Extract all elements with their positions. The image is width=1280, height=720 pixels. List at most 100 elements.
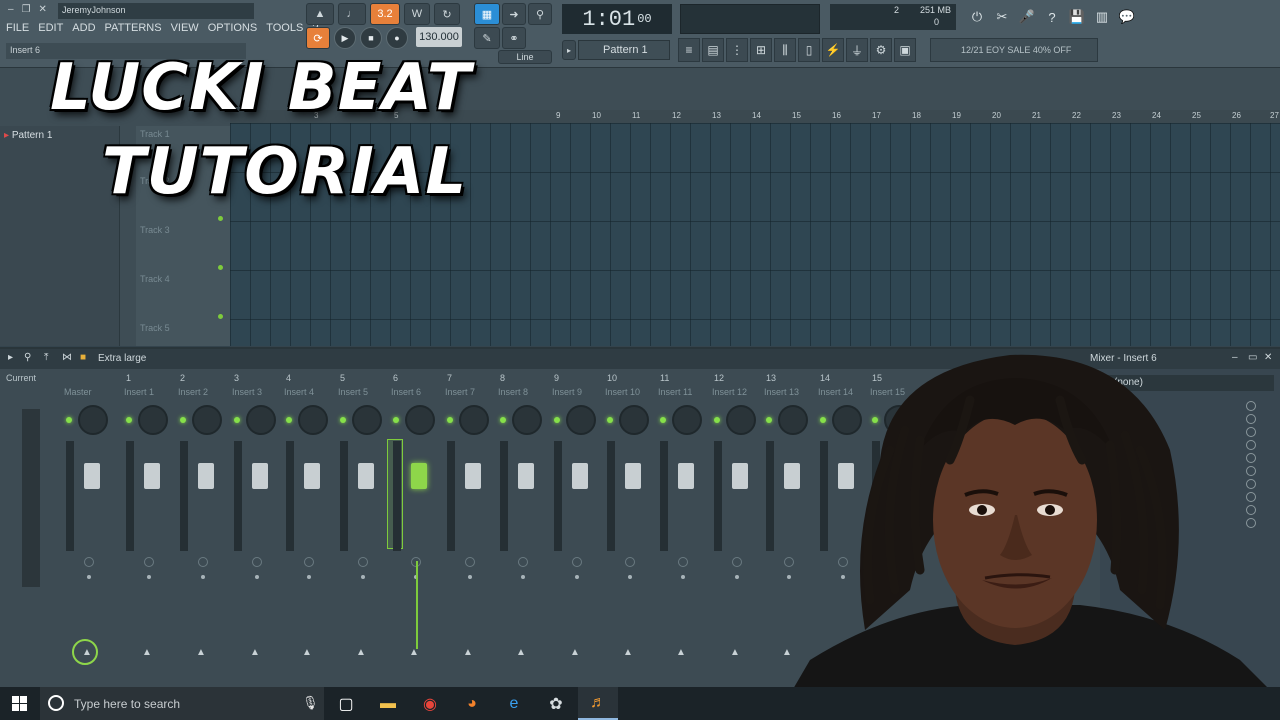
pan-knob[interactable] bbox=[512, 405, 542, 435]
route-arrow-icon[interactable]: ▲ bbox=[196, 647, 206, 658]
strip-name[interactable]: Insert 3 bbox=[232, 387, 262, 397]
pan-knob[interactable] bbox=[78, 405, 108, 435]
strip-name[interactable]: Master bbox=[64, 387, 92, 397]
mixer-up-icon[interactable]: ⤒ bbox=[44, 352, 48, 363]
strip-name[interactable]: Insert 10 bbox=[605, 387, 640, 397]
windows-start-icon[interactable] bbox=[12, 696, 27, 711]
strip-enable-led[interactable] bbox=[500, 417, 506, 423]
chrome-icon[interactable]: ◉ bbox=[410, 687, 450, 720]
volume-fader[interactable] bbox=[411, 463, 427, 489]
menu-add[interactable]: ADD bbox=[72, 22, 95, 34]
volume-fader[interactable] bbox=[518, 463, 534, 489]
pan-knob[interactable] bbox=[726, 405, 756, 435]
stereo-separation-knob[interactable] bbox=[625, 557, 635, 567]
fx-enable-dot[interactable] bbox=[735, 575, 739, 579]
mixer-menu-icon[interactable]: ▸ bbox=[8, 352, 13, 363]
volume-fader[interactable] bbox=[625, 463, 641, 489]
pan-knob[interactable] bbox=[352, 405, 382, 435]
strip-enable-led[interactable] bbox=[393, 417, 399, 423]
route-arrow-icon[interactable]: ▲ bbox=[463, 647, 473, 658]
menu-patterns[interactable]: PATTERNS bbox=[105, 22, 162, 34]
menu-tools[interactable]: TOOLS bbox=[266, 22, 303, 34]
playlist-icon[interactable]: ≡ bbox=[678, 38, 700, 62]
loop-record-icon[interactable]: ↻ bbox=[434, 3, 460, 25]
fx-enable-dot[interactable] bbox=[147, 575, 151, 579]
strip-enable-led[interactable] bbox=[234, 417, 240, 423]
mixer-strip[interactable]: 3 Insert 3 ▲ bbox=[228, 371, 280, 687]
taskbar-search[interactable]: Type here to search bbox=[40, 687, 324, 720]
stereo-separation-knob[interactable] bbox=[84, 557, 94, 567]
pencil-icon[interactable]: ✎ bbox=[474, 27, 500, 49]
pattern-selector[interactable]: Pattern 1 bbox=[578, 40, 670, 60]
route-arrow-icon[interactable]: ▲ bbox=[250, 647, 260, 658]
mixer-strip[interactable]: 7 Insert 7 ▲ bbox=[441, 371, 493, 687]
volume-fader[interactable] bbox=[732, 463, 748, 489]
pan-knob[interactable] bbox=[298, 405, 328, 435]
arrow-tool-icon[interactable]: ➜ bbox=[502, 3, 526, 25]
strip-name[interactable]: Insert 8 bbox=[498, 387, 528, 397]
menu-edit[interactable]: EDIT bbox=[38, 22, 63, 34]
track-label[interactable]: Track 3 bbox=[140, 225, 170, 235]
mixer-link-icon[interactable]: ⋈ bbox=[62, 352, 72, 363]
plug-icon[interactable]: ⏚ bbox=[846, 38, 868, 62]
strip-name[interactable]: Insert 11 bbox=[658, 387, 692, 397]
strip-enable-led[interactable] bbox=[607, 417, 613, 423]
mixer-icon[interactable]: ⫼ bbox=[774, 38, 796, 62]
stereo-separation-knob[interactable] bbox=[678, 557, 688, 567]
pan-knob[interactable] bbox=[672, 405, 702, 435]
track-mute-led[interactable] bbox=[218, 216, 223, 221]
volume-fader[interactable] bbox=[304, 463, 320, 489]
render-icon[interactable]: ▥ bbox=[1091, 6, 1113, 28]
route-arrow-icon[interactable]: ▲ bbox=[302, 647, 312, 658]
stereo-separation-knob[interactable] bbox=[465, 557, 475, 567]
stereo-separation-knob[interactable] bbox=[518, 557, 528, 567]
volume-fader[interactable] bbox=[572, 463, 588, 489]
project-icon[interactable]: ▯ bbox=[798, 38, 820, 62]
fx-enable-dot[interactable] bbox=[575, 575, 579, 579]
minimize-icon[interactable]: – bbox=[8, 4, 14, 15]
tempo-display[interactable]: 130.000 bbox=[416, 27, 462, 47]
firefox-icon[interactable]: ◕ bbox=[452, 687, 492, 720]
strip-name[interactable]: Insert 12 bbox=[712, 387, 747, 397]
mixer-size-icon[interactable]: ■ bbox=[80, 352, 86, 363]
pattern-prev-icon[interactable]: ▸ bbox=[562, 40, 576, 60]
metronome-icon[interactable]: ♩ bbox=[338, 3, 366, 25]
volume-fader[interactable] bbox=[84, 463, 100, 489]
menu-view[interactable]: VIEW bbox=[171, 22, 199, 34]
power-icon[interactable]: ⏻ bbox=[966, 6, 988, 28]
pan-knob[interactable] bbox=[246, 405, 276, 435]
pattern-item[interactable]: ▸ Pattern 1 bbox=[4, 130, 52, 141]
strip-name[interactable]: Insert 2 bbox=[178, 387, 208, 397]
mixer-view-icon[interactable]: ⚲ bbox=[24, 352, 31, 363]
route-arrow-icon[interactable]: ▲ bbox=[676, 647, 686, 658]
strip-enable-led[interactable] bbox=[714, 417, 720, 423]
file-explorer-icon[interactable]: ▬ bbox=[368, 687, 408, 720]
track-label[interactable]: Track 4 bbox=[140, 274, 170, 284]
news-ticker[interactable]: 12/21 EOY SALE 40% OFF bbox=[930, 38, 1098, 62]
stereo-separation-knob[interactable] bbox=[252, 557, 262, 567]
strip-enable-led[interactable] bbox=[66, 417, 72, 423]
piano-roll-icon[interactable]: ▤ bbox=[702, 38, 724, 62]
stereo-separation-knob[interactable] bbox=[144, 557, 154, 567]
pan-knob[interactable] bbox=[192, 405, 222, 435]
track-label[interactable]: Track 5 bbox=[140, 323, 170, 333]
pan-knob[interactable] bbox=[619, 405, 649, 435]
edge-icon[interactable]: e bbox=[494, 687, 534, 720]
volume-fader[interactable] bbox=[358, 463, 374, 489]
fx-enable-dot[interactable] bbox=[521, 575, 525, 579]
route-arrow-icon[interactable]: ▲ bbox=[82, 647, 92, 658]
route-arrow-icon[interactable]: ▲ bbox=[356, 647, 366, 658]
track-mute-led[interactable] bbox=[218, 265, 223, 270]
task-view-icon[interactable]: ▢ bbox=[326, 687, 366, 720]
strip-enable-led[interactable] bbox=[126, 417, 132, 423]
video-icon[interactable]: ▣ bbox=[894, 38, 916, 62]
strip-name[interactable]: Insert 7 bbox=[445, 387, 475, 397]
fx-enable-dot[interactable] bbox=[361, 575, 365, 579]
mixer-strip[interactable]: 6 Insert 6 ▲ bbox=[387, 371, 439, 687]
route-arrow-icon[interactable]: ▲ bbox=[623, 647, 633, 658]
help-icon[interactable]: ? bbox=[1041, 6, 1063, 28]
mixer-strip[interactable]: 8 Insert 8 ▲ bbox=[494, 371, 546, 687]
route-arrow-icon[interactable]: ▲ bbox=[142, 647, 152, 658]
stamp-icon[interactable]: ⚲ bbox=[528, 3, 552, 25]
volume-fader[interactable] bbox=[144, 463, 160, 489]
